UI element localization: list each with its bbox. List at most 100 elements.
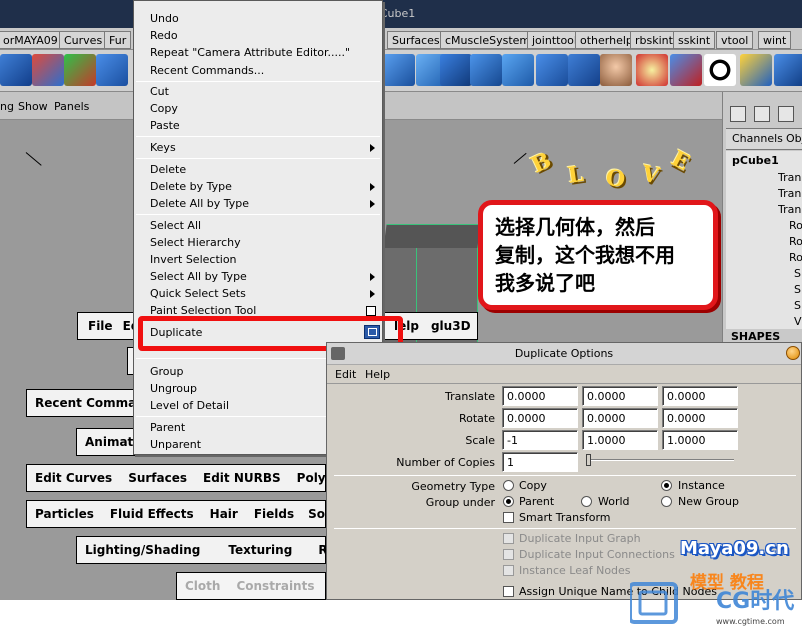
translate-x-field[interactable] [502, 386, 578, 406]
hotbox-item-file[interactable]: File [78, 319, 123, 333]
menu-item-delete-by-type[interactable]: Delete by Type [150, 180, 232, 193]
shelf-tab[interactable]: Fur [104, 31, 132, 49]
hotbox-animate[interactable]: Animate [76, 428, 141, 456]
instance-leaf-nodes-checkbox[interactable] [503, 565, 514, 576]
shelf-tool-icon[interactable] [774, 54, 802, 86]
hotbox-item-particles[interactable]: Particles [27, 507, 102, 521]
shelf-tab[interactable]: sskint [673, 31, 716, 49]
group-parent-label[interactable]: Parent [519, 495, 554, 508]
channel-layout-icon[interactable] [754, 106, 770, 122]
channel-row[interactable]: Ro [789, 235, 802, 248]
hotbox-item-fluid-effects[interactable]: Fluid Effects [102, 507, 202, 521]
hotbox-item-cloth[interactable]: Cloth [177, 579, 228, 593]
translate-y-field[interactable] [582, 386, 658, 406]
shelf-tool-icon[interactable] [568, 54, 600, 86]
group-world-radio[interactable] [581, 496, 592, 507]
number-of-copies-field[interactable] [502, 452, 578, 472]
duplicate-input-graph-checkbox[interactable] [503, 533, 514, 544]
channel-row[interactable]: Tran [778, 203, 802, 216]
shelf-tab[interactable]: otherhelp [575, 31, 638, 49]
channel-row[interactable]: Ro [789, 219, 802, 232]
shelf-tool-icon[interactable] [636, 54, 668, 86]
shelf-tab[interactable]: cMuscleSystem [440, 31, 536, 49]
hotbox-item-edit-curves[interactable]: Edit Curves [27, 471, 120, 485]
scale-y-field[interactable] [582, 430, 658, 450]
geometry-instance-label[interactable]: Instance [678, 479, 725, 492]
avatar-icon[interactable] [600, 54, 632, 86]
hotbox-item-constraints[interactable]: Constraints [228, 579, 322, 593]
rotate-y-field[interactable] [582, 408, 658, 428]
channel-row[interactable]: Tran [778, 171, 802, 184]
assign-unique-name-checkbox[interactable] [503, 586, 514, 597]
dialog-menu-edit[interactable]: Edit [335, 368, 356, 381]
group-new-group-label[interactable]: New Group [678, 495, 739, 508]
option-box-icon[interactable] [366, 306, 376, 316]
shelf-tool-icon[interactable] [383, 54, 415, 86]
duplicate-input-connections-checkbox[interactable] [503, 549, 514, 560]
menu-item-delete-all-by-type[interactable]: Delete All by Type [150, 197, 249, 210]
channel-row[interactable]: Ro [789, 251, 802, 264]
eye-icon[interactable] [704, 54, 736, 86]
close-button[interactable] [786, 346, 800, 360]
hotbox-item-hair[interactable]: Hair [202, 507, 246, 521]
hotbox-file-menu[interactable]: File Ed [77, 312, 139, 340]
menu-item-undo[interactable]: Undo [150, 12, 179, 25]
menu-item-ungroup[interactable]: Ungroup [150, 382, 197, 395]
window-menu-icon[interactable] [331, 347, 345, 360]
menu-item-level-of-detail[interactable]: Level of Detail [150, 399, 229, 412]
rotate-x-field[interactable] [502, 408, 578, 428]
channel-object-name[interactable]: pCube1 [732, 154, 779, 167]
group-new-group-radio[interactable] [661, 496, 672, 507]
menu-item-group[interactable]: Group [150, 365, 184, 378]
hotbox-cloth-row[interactable]: Cloth Constraints Si [176, 572, 339, 600]
menu-item-keys[interactable]: Keys [150, 141, 176, 154]
scale-x-field[interactable] [502, 430, 578, 450]
menu-item-parent[interactable]: Parent [150, 421, 185, 434]
shelf-tool-icon[interactable] [536, 54, 568, 86]
shelf-tab[interactable]: rbskint [630, 31, 678, 49]
geometry-copy-label[interactable]: Copy [519, 479, 547, 492]
copies-slider-track[interactable] [588, 459, 734, 461]
hotbox-rendering-row[interactable]: Lighting/Shading Texturing R [76, 536, 328, 564]
channel-row[interactable]: Tran [778, 187, 802, 200]
object-tab[interactable]: Obj [786, 132, 802, 145]
channel-row[interactable]: V [794, 315, 802, 328]
channel-layout-icon[interactable] [730, 106, 746, 122]
menu-item-invert-selection[interactable]: Invert Selection [150, 253, 237, 266]
hotbox-item-lighting-shading[interactable]: Lighting/Shading [77, 543, 208, 557]
hotbox-modeling-row[interactable]: Edit Curves Surfaces Edit NURBS Polygons [26, 464, 358, 492]
panel-menu-lighting[interactable]: ng [0, 100, 14, 113]
shelf-tool-icon[interactable] [440, 54, 472, 86]
cube-top-face[interactable] [383, 224, 482, 248]
channel-row[interactable]: S [794, 267, 802, 280]
hotbox-item-texturing[interactable]: Texturing [208, 543, 312, 557]
menu-item-select-all-by-type[interactable]: Select All by Type [150, 270, 247, 283]
menu-item-copy[interactable]: Copy [150, 102, 178, 115]
shelf-tool-icon[interactable] [64, 54, 96, 86]
menu-item-quick-select-sets[interactable]: Quick Select Sets [150, 287, 246, 300]
panel-menu-show[interactable]: Show [18, 100, 48, 113]
shelf-tool-icon[interactable] [470, 54, 502, 86]
hotbox-item-glu3d[interactable]: glu3D [425, 319, 477, 333]
menu-item-unparent[interactable]: Unparent [150, 438, 201, 451]
smart-transform-checkbox[interactable] [503, 512, 514, 523]
geometry-instance-radio[interactable] [661, 480, 672, 491]
copies-slider-handle[interactable] [586, 454, 591, 466]
rotate-z-field[interactable] [662, 408, 738, 428]
shelf-tool-icon[interactable] [502, 54, 534, 86]
hotbox-item-fields[interactable]: Fields [246, 507, 302, 521]
panel-menu-panels[interactable]: Panels [54, 100, 89, 113]
shelf-tab[interactable]: wint [758, 31, 792, 49]
shelf-tab[interactable]: vtool [716, 31, 754, 49]
shelf-tab[interactable]: Surfaces [387, 31, 445, 49]
channels-tab[interactable]: Channels [732, 132, 783, 145]
channel-layout-icon[interactable] [778, 106, 794, 122]
channel-row[interactable]: S [794, 299, 802, 312]
shelf-tool-icon[interactable] [0, 54, 32, 86]
shelf-tab[interactable]: jointtool [527, 31, 582, 49]
menu-item-delete[interactable]: Delete [150, 163, 186, 176]
smart-transform-label[interactable]: Smart Transform [519, 511, 611, 524]
shelf-tab[interactable]: orMAYA09 [0, 31, 63, 49]
menu-item-cut[interactable]: Cut [150, 85, 169, 98]
shelf-tool-icon[interactable] [32, 54, 64, 86]
